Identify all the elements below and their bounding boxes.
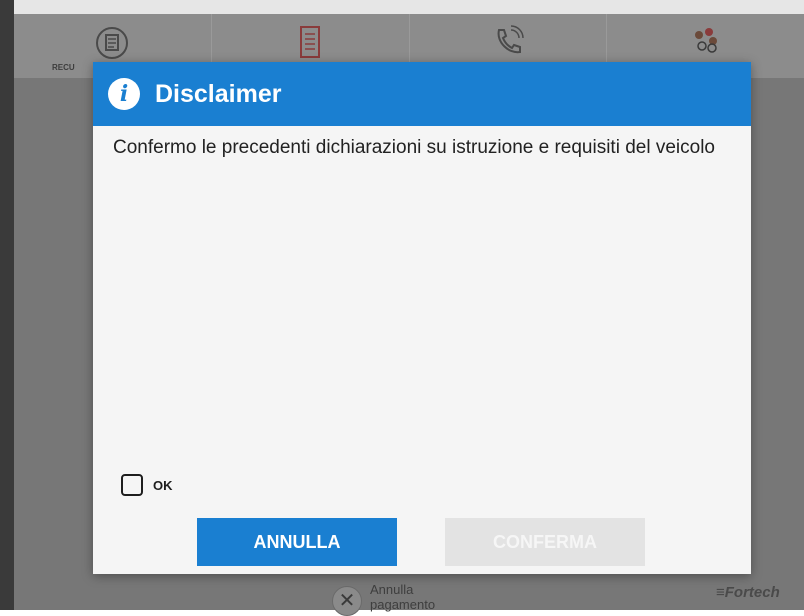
close-icon: ✕ (332, 586, 362, 616)
phone-icon (491, 24, 525, 63)
device-frame-left (0, 0, 14, 610)
dialog-title: Disclaimer (155, 79, 282, 108)
dialog-message: Confermo le precedenti dichiarazioni su … (113, 137, 715, 158)
document-icon (295, 24, 325, 67)
cancel-button[interactable]: ANNULLA (197, 518, 397, 566)
confirm-button[interactable]: CONFERMA (445, 518, 645, 566)
device-frame-top (0, 0, 804, 14)
dialog-header: i Disclaimer (93, 62, 751, 126)
receipt-cycle-icon (93, 24, 131, 67)
cancel-payment-label: Annulla pagamento (370, 582, 435, 612)
cancel-payment-line1: Annulla (370, 582, 414, 597)
disclaimer-dialog: i Disclaimer Confermo le precedenti dich… (93, 62, 751, 574)
ok-checkbox[interactable] (121, 474, 143, 496)
ok-checkbox-label: OK (153, 477, 173, 493)
cancel-payment-button[interactable]: ✕ Annulla pagamento (332, 582, 435, 616)
ok-checkbox-row[interactable]: OK (121, 474, 173, 496)
brand-logo: ≡Fortech (716, 584, 780, 601)
info-icon: i (108, 78, 140, 110)
people-icon (689, 24, 723, 63)
nav-item-label: RECU (52, 63, 75, 72)
